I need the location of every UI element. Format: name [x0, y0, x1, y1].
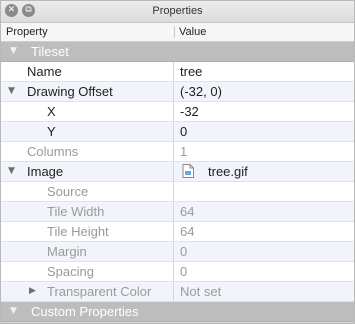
value-cell[interactable]: tree — [175, 62, 354, 81]
group-label: Custom Properties — [31, 302, 139, 321]
property-row-name[interactable]: Name tree — [1, 62, 354, 82]
collapse-arrow-icon[interactable]: ▶ — [29, 282, 36, 301]
property-cell: ▼ Custom Properties — [1, 302, 354, 321]
group-row-tileset[interactable]: ▼ Tileset — [1, 42, 354, 62]
property-row-margin[interactable]: Margin 0 — [1, 242, 354, 262]
property-label: Tile Width — [47, 202, 104, 221]
value-cell: 1 — [175, 142, 354, 161]
property-label: Tile Height — [47, 222, 109, 241]
property-row-spacing[interactable]: Spacing 0 — [1, 262, 354, 282]
property-row-y[interactable]: Y 0 — [1, 122, 354, 142]
value-cell[interactable]: -32 — [175, 102, 354, 121]
value-cell: 0 — [175, 262, 354, 281]
property-label: Source — [47, 182, 88, 201]
value-cell — [175, 182, 354, 201]
property-cell: Columns — [1, 142, 174, 161]
property-row-image[interactable]: ▼ Image tree.gif — [1, 162, 354, 182]
y-value[interactable]: 0 — [180, 122, 187, 141]
expand-arrow-icon[interactable]: ▼ — [10, 42, 17, 61]
property-label: Y — [47, 122, 56, 141]
properties-panel: ✕ ⧉ Properties Property Value ▼ Tileset … — [0, 0, 355, 324]
property-row-transparent-color[interactable]: ▶ Transparent Color Not set — [1, 282, 354, 302]
property-row-tile-width[interactable]: Tile Width 64 — [1, 202, 354, 222]
value-cell[interactable]: tree.gif — [175, 162, 354, 181]
property-cell: Source — [1, 182, 174, 201]
property-cell: Tile Width — [1, 202, 174, 221]
column-header: Property Value — [1, 23, 354, 42]
title-bar: ✕ ⧉ Properties — [1, 1, 354, 23]
property-cell: X — [1, 102, 174, 121]
value-cell: 64 — [175, 222, 354, 241]
group-row-custom-properties[interactable]: ▼ Custom Properties — [1, 302, 354, 322]
spacing-value: 0 — [180, 262, 187, 281]
value-cell: Not set — [175, 282, 354, 301]
property-row-x[interactable]: X -32 — [1, 102, 354, 122]
tile-width-value: 64 — [180, 202, 194, 221]
property-label: Image — [27, 162, 63, 181]
property-label: Drawing Offset — [27, 82, 113, 101]
expand-arrow-icon[interactable]: ▼ — [10, 302, 17, 321]
property-cell: Margin — [1, 242, 174, 261]
property-row-columns[interactable]: Columns 1 — [1, 142, 354, 162]
property-cell: Name — [1, 62, 174, 81]
column-separator[interactable] — [174, 26, 175, 38]
value-cell: 0 — [175, 242, 354, 261]
property-row-source[interactable]: Source — [1, 182, 354, 202]
property-row-drawing-offset[interactable]: ▼ Drawing Offset (-32, 0) — [1, 82, 354, 102]
property-tree: ▼ Tileset Name tree ▼ Drawing Offset (-3… — [1, 42, 354, 322]
property-label: Margin — [47, 242, 87, 261]
property-row-tile-height[interactable]: Tile Height 64 — [1, 222, 354, 242]
x-value[interactable]: -32 — [180, 102, 199, 121]
property-cell: ▼ Drawing Offset — [1, 82, 174, 101]
name-value[interactable]: tree — [180, 62, 202, 81]
columns-value: 1 — [180, 142, 187, 161]
expand-arrow-icon[interactable]: ▼ — [8, 82, 15, 101]
drawing-offset-value[interactable]: (-32, 0) — [180, 82, 222, 101]
property-label: Name — [27, 62, 62, 81]
group-label: Tileset — [31, 42, 69, 61]
property-cell: ▼ Tileset — [1, 42, 354, 61]
image-file-icon — [182, 164, 194, 178]
margin-value: 0 — [180, 242, 187, 261]
property-cell: ▶ Transparent Color — [1, 282, 174, 301]
image-value[interactable]: tree.gif — [208, 162, 248, 181]
property-cell: Tile Height — [1, 222, 174, 241]
value-column-header[interactable]: Value — [179, 23, 206, 41]
value-cell[interactable]: 0 — [175, 122, 354, 141]
tile-height-value: 64 — [180, 222, 194, 241]
transparent-color-value: Not set — [180, 282, 221, 301]
property-label: Transparent Color — [47, 282, 151, 301]
property-label: X — [47, 102, 56, 121]
panel-title: Properties — [1, 1, 354, 22]
property-cell: Y — [1, 122, 174, 141]
value-cell: 64 — [175, 202, 354, 221]
property-label: Spacing — [47, 262, 94, 281]
expand-arrow-icon[interactable]: ▼ — [8, 162, 15, 181]
property-cell: ▼ Image — [1, 162, 174, 181]
property-label: Columns — [27, 142, 78, 161]
property-cell: Spacing — [1, 262, 174, 281]
property-column-header[interactable]: Property — [6, 23, 48, 41]
value-cell[interactable]: (-32, 0) — [175, 82, 354, 101]
